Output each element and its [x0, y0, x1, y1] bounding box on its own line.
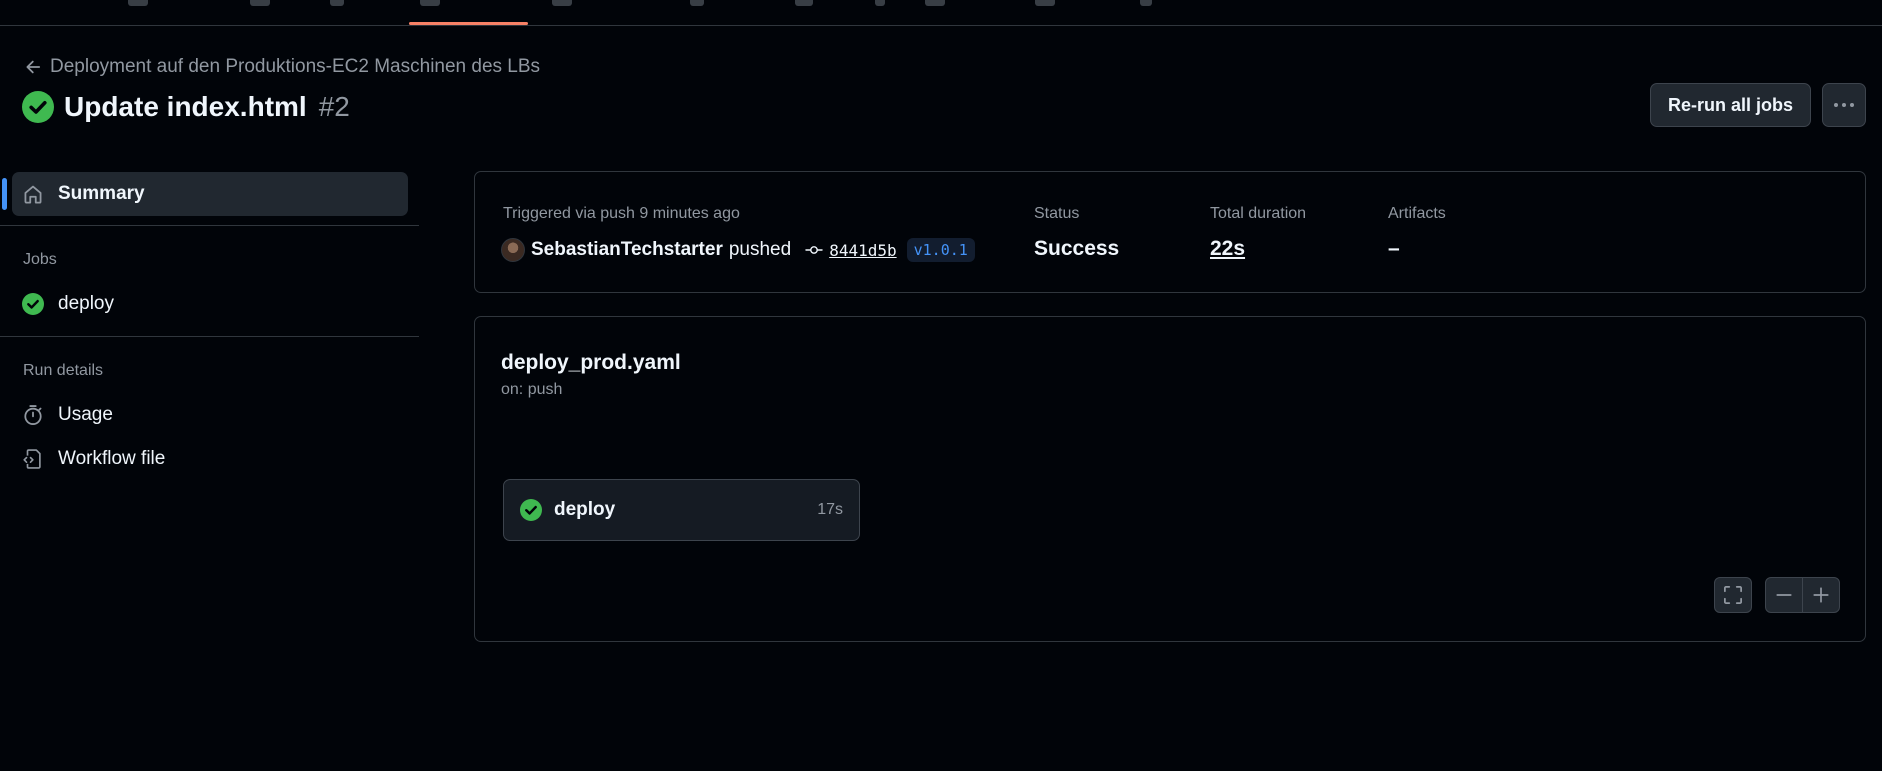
- workflow-back-link[interactable]: Deployment auf den Produktions-EC2 Masch…: [24, 56, 540, 78]
- sidebar-item-label: deploy: [58, 293, 114, 314]
- workflow-graph-card: deploy_prod.yaml on: push deploy 17s: [474, 316, 1866, 642]
- tab-icon-stub: [925, 0, 945, 6]
- workflow-name[interactable]: Deployment auf den Produktions-EC2 Masch…: [50, 56, 540, 78]
- status-value: Success: [1034, 237, 1120, 260]
- run-number: #2: [318, 91, 350, 122]
- sidebar-item-label: Workflow file: [58, 448, 166, 469]
- run-title-text: Update index.html: [64, 91, 307, 122]
- rerun-all-jobs-button[interactable]: Re-run all jobs: [1650, 83, 1811, 127]
- sidebar-item-usage[interactable]: Usage: [12, 393, 408, 437]
- repo-tab-nav: [0, 0, 1882, 26]
- tab-icon-stub: [795, 0, 813, 6]
- tab-icon-stub: [875, 0, 885, 6]
- duration-label: Total duration: [1210, 205, 1307, 222]
- tab-icon-stub: [250, 0, 270, 6]
- arrow-left-icon: [26, 60, 41, 74]
- avatar[interactable]: [501, 238, 525, 262]
- job-name: deploy: [554, 499, 616, 520]
- kebab-icon: [1834, 103, 1854, 107]
- tag-badge[interactable]: v1.0.1: [906, 238, 975, 262]
- zoom-out-button[interactable]: [1765, 577, 1803, 613]
- check-circle-icon: [22, 91, 54, 123]
- trigger-text: Triggered via push 9 minutes ago: [503, 205, 740, 222]
- run-title: Update index.html #2: [22, 90, 350, 124]
- actor-link[interactable]: SebastianTechstarter: [531, 239, 723, 261]
- sidebar-item-deploy[interactable]: deploy: [12, 282, 408, 326]
- job-node-deploy[interactable]: deploy 17s: [503, 479, 860, 541]
- sidebar-divider: [0, 336, 419, 337]
- jobs-heading: Jobs: [23, 251, 57, 268]
- status-label: Status: [1034, 205, 1080, 222]
- job-duration: 17s: [817, 501, 843, 518]
- more-options-button[interactable]: [1822, 83, 1866, 127]
- workflow-trigger: on: push: [501, 381, 563, 398]
- minus-icon: [1776, 594, 1792, 596]
- tab-icon-stub: [420, 0, 440, 6]
- tab-actions-underline: [409, 22, 528, 25]
- tab-icon-stub: [1140, 0, 1152, 6]
- active-indicator: [2, 178, 7, 210]
- run-summary-card: Triggered via push 9 minutes ago Sebasti…: [474, 171, 1866, 293]
- fit-screen-icon: [1724, 586, 1742, 604]
- action-text: pushed: [728, 239, 792, 260]
- sidebar-item-workflow-file[interactable]: Workflow file: [12, 437, 408, 481]
- sidebar-item-label: Usage: [58, 404, 113, 425]
- zoom-in-button[interactable]: [1802, 577, 1840, 613]
- tab-icon-stub: [1035, 0, 1055, 6]
- workflow-file-icon: [23, 449, 41, 469]
- workflow-file-name: deploy_prod.yaml: [501, 351, 681, 374]
- tab-icon-stub: [690, 0, 704, 6]
- stopwatch-icon: [24, 405, 42, 425]
- duration-value[interactable]: 22s: [1210, 237, 1245, 261]
- sidebar-item-summary[interactable]: Summary: [12, 172, 408, 216]
- git-commit-icon: [805, 246, 823, 254]
- sidebar-item-label: Summary: [58, 183, 145, 204]
- commit-ref: 8441d5b: [805, 241, 897, 260]
- trigger-details: SebastianTechstarter pushed 8441d5b v1.0…: [501, 236, 975, 264]
- check-circle-icon: [22, 293, 44, 315]
- check-circle-icon: [520, 499, 542, 521]
- run-details-heading: Run details: [23, 362, 104, 379]
- tab-icon-stub: [128, 0, 148, 6]
- commit-sha-link[interactable]: 8441d5b: [829, 241, 896, 260]
- home-icon: [24, 185, 42, 204]
- tab-icon-stub: [552, 0, 572, 6]
- sidebar-divider: [0, 225, 419, 226]
- artifacts-label: Artifacts: [1388, 205, 1446, 222]
- fit-screen-button[interactable]: [1714, 577, 1752, 613]
- plus-icon: [1813, 587, 1829, 603]
- tab-icon-stub: [330, 0, 344, 6]
- artifacts-value: –: [1388, 237, 1400, 260]
